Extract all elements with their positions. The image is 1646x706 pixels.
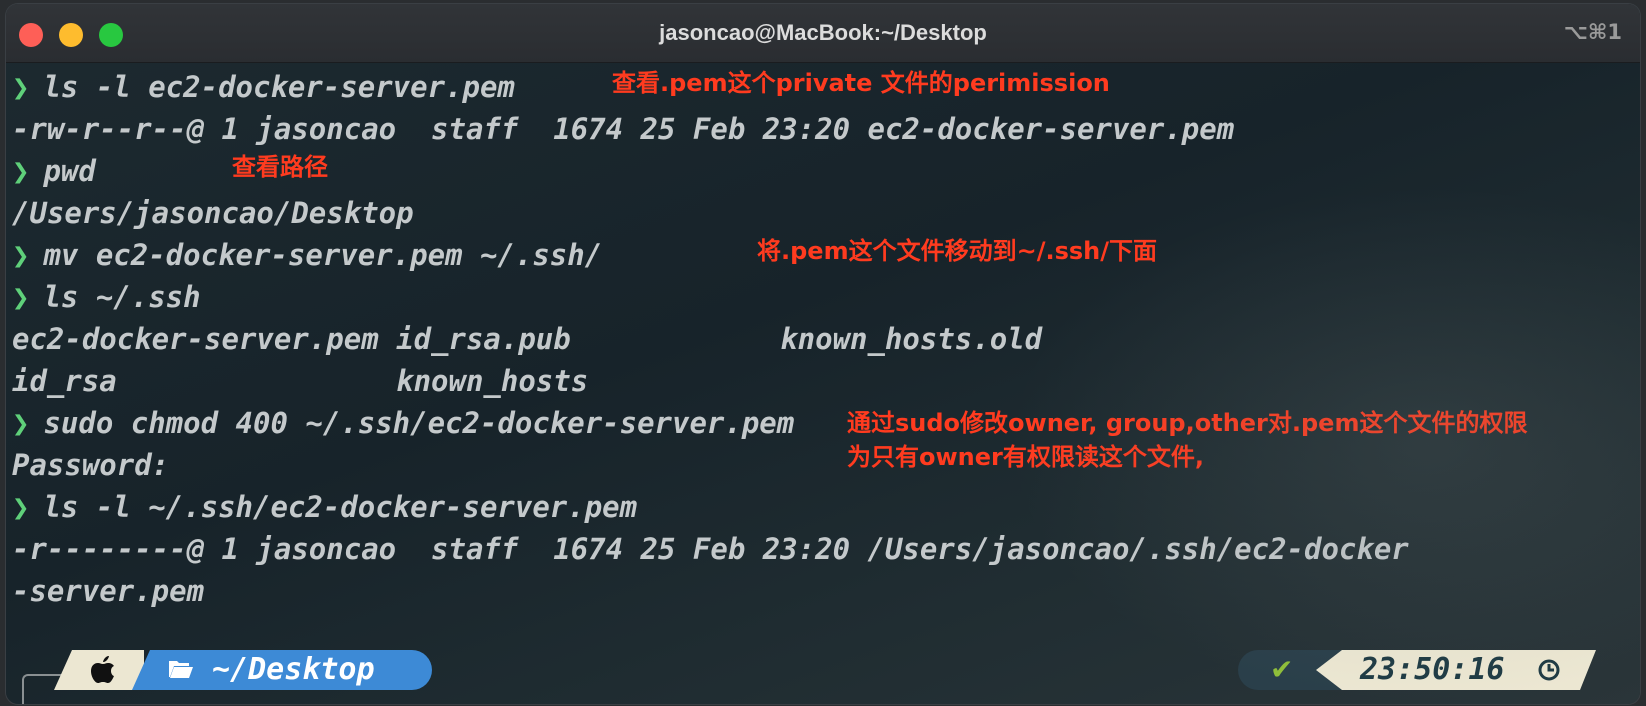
- output-text: -rw-r--r--@ 1 jasoncao staff 1674 25 Feb…: [12, 112, 1235, 146]
- current-directory: ~/Desktop: [212, 652, 375, 687]
- command-line: ❯ ls -l ec2-docker-server.pem 查看.pem这个priv…: [12, 66, 1640, 108]
- command-line: ❯ mv ec2-docker-server.pem ~/.ssh/将.pem这个…: [12, 234, 1640, 276]
- output-line: ec2-docker-server.pem id_rsa.pub known_h…: [12, 318, 1640, 360]
- command-text: sudo chmod 400 ~/.ssh/ec2-docker-server.…: [43, 406, 795, 440]
- command-text: ls -l ec2-docker-server.pem: [43, 70, 515, 104]
- title-bar[interactable]: jasoncao@MacBook:~/Desktop ⌥⌘1: [6, 4, 1640, 63]
- clock-icon: [1538, 659, 1560, 681]
- command-line: ❯ pwd 查看路径: [12, 150, 1640, 192]
- prompt-symbol: ❯: [12, 280, 30, 314]
- current-time: 23:50:16: [1360, 652, 1505, 687]
- output-text: /Users/jasoncao/Desktop: [12, 196, 414, 230]
- check-icon: ✔: [1270, 653, 1294, 686]
- output-text: -server.pem: [12, 574, 205, 608]
- window-title: jasoncao@MacBook:~/Desktop: [659, 20, 987, 45]
- output-line: -rw-r--r--@ 1 jasoncao staff 1674 25 Feb…: [12, 108, 1640, 150]
- output-line: -r--------@ 1 jasoncao staff 1674 25 Feb…: [12, 528, 1640, 570]
- output-line: id_rsa known_hosts: [12, 360, 1640, 402]
- annotation-permission: 查看.pem这个private 文件的perimission: [612, 69, 1110, 97]
- output-text: -r--------@ 1 jasoncao staff 1674 25 Feb…: [12, 532, 1409, 566]
- time-segment: 23:50:16: [1316, 650, 1596, 690]
- annotation-move: 将.pem这个文件移动到~/.ssh/下面: [757, 237, 1157, 265]
- prompt-symbol: ❯: [12, 490, 30, 524]
- annotation-path: 查看路径: [232, 153, 328, 181]
- directory-segment: ~/Desktop: [132, 650, 432, 690]
- os-segment: [54, 650, 144, 690]
- prompt-symbol: ❯: [12, 70, 30, 104]
- command-text: ls -l ~/.ssh/ec2-docker-server.pem: [43, 490, 638, 524]
- prompt-status-bar: ~/Desktop ✔ 23:50:16: [6, 644, 1640, 704]
- terminal-output[interactable]: ❯ ls -l ec2-docker-server.pem 查看.pem这个priv…: [12, 66, 1640, 612]
- apple-icon: [91, 656, 114, 683]
- command-line: ❯ ls -l ~/.ssh/ec2-docker-server.pem: [12, 486, 1640, 528]
- command-line: ❯ ls ~/.ssh: [12, 276, 1640, 318]
- command-text: mv ec2-docker-server.pem ~/.ssh/: [43, 238, 603, 272]
- output-text: ec2-docker-server.pem id_rsa.pub known_h…: [12, 322, 1043, 356]
- command-text: ls ~/.ssh: [43, 280, 201, 314]
- output-text: Password:: [12, 448, 170, 482]
- command-line: ❯ sudo chmod 400 ~/.ssh/ec2-docker-server…: [12, 402, 1640, 471]
- folder-open-icon: [169, 661, 193, 678]
- window-shortcut: ⌥⌘1: [1563, 20, 1622, 44]
- prompt-symbol: ❯: [12, 238, 30, 272]
- output-line: /Users/jasoncao/Desktop: [12, 192, 1640, 234]
- output-line: -server.pem: [12, 570, 1640, 612]
- prompt-symbol: ❯: [12, 154, 30, 188]
- output-text: id_rsa known_hosts: [12, 364, 589, 398]
- prompt-symbol: ❯: [12, 406, 30, 440]
- terminal-window: jasoncao@MacBook:~/Desktop ⌥⌘1 ❯ ls -l ec…: [6, 4, 1640, 704]
- output-line: Password:: [12, 444, 1640, 486]
- command-text: pwd: [43, 154, 96, 188]
